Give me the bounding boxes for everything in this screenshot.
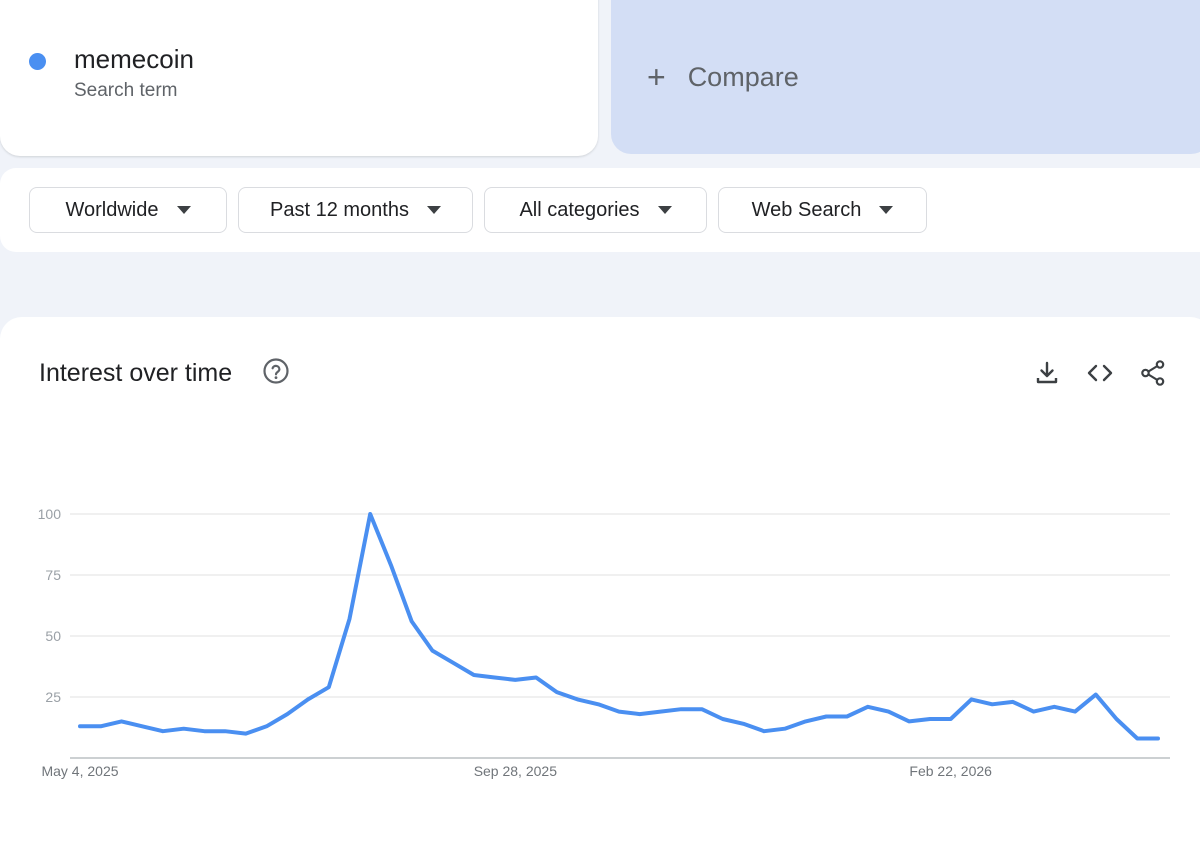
- x-axis-label: May 4, 2025: [41, 763, 118, 779]
- dropdown-caret-icon: [176, 206, 191, 214]
- filter-search-type[interactable]: Web Search: [718, 187, 927, 233]
- search-term-subtitle: Search term: [74, 80, 178, 101]
- compare-label: Compare: [687, 61, 799, 92]
- filter-bar: Worldwide Past 12 months All categories …: [0, 168, 1200, 252]
- filter-search-type-label: Web Search: [751, 198, 862, 221]
- dropdown-caret-icon: [879, 206, 894, 214]
- y-tick-label: 25: [45, 689, 61, 705]
- search-term-card[interactable]: memecoin Search term: [0, 0, 598, 156]
- y-tick-label: 75: [45, 567, 61, 583]
- interest-line-chart: 25 50 75 100 May 4, 2025 Sep 28, 2025 Feb 22, …: [38, 506, 1170, 779]
- series-line: [78, 512, 1160, 741]
- series-color-dot: [29, 53, 46, 70]
- filter-time-range[interactable]: Past 12 months: [238, 187, 473, 233]
- compare-button[interactable]: + Compare: [611, 0, 1200, 154]
- x-axis-label: Feb 22, 2026: [909, 763, 992, 779]
- plus-icon: +: [647, 59, 666, 95]
- interest-over-time-panel: Interest over time 25 50 75 100 May 4, 2025 S…: [0, 317, 1200, 842]
- filter-region[interactable]: Worldwide: [29, 187, 227, 233]
- dropdown-caret-icon: [426, 206, 441, 214]
- dropdown-caret-icon: [657, 206, 672, 214]
- filter-category-label: All categories: [519, 198, 640, 221]
- x-axis-label: Sep 28, 2025: [474, 763, 558, 779]
- filter-category[interactable]: All categories: [484, 187, 707, 233]
- filter-region-label: Worldwide: [65, 198, 159, 221]
- y-tick-label: 50: [45, 628, 61, 644]
- y-tick-label: 100: [38, 506, 62, 522]
- filter-time-range-label: Past 12 months: [270, 198, 409, 221]
- search-term-name[interactable]: memecoin: [74, 44, 194, 75]
